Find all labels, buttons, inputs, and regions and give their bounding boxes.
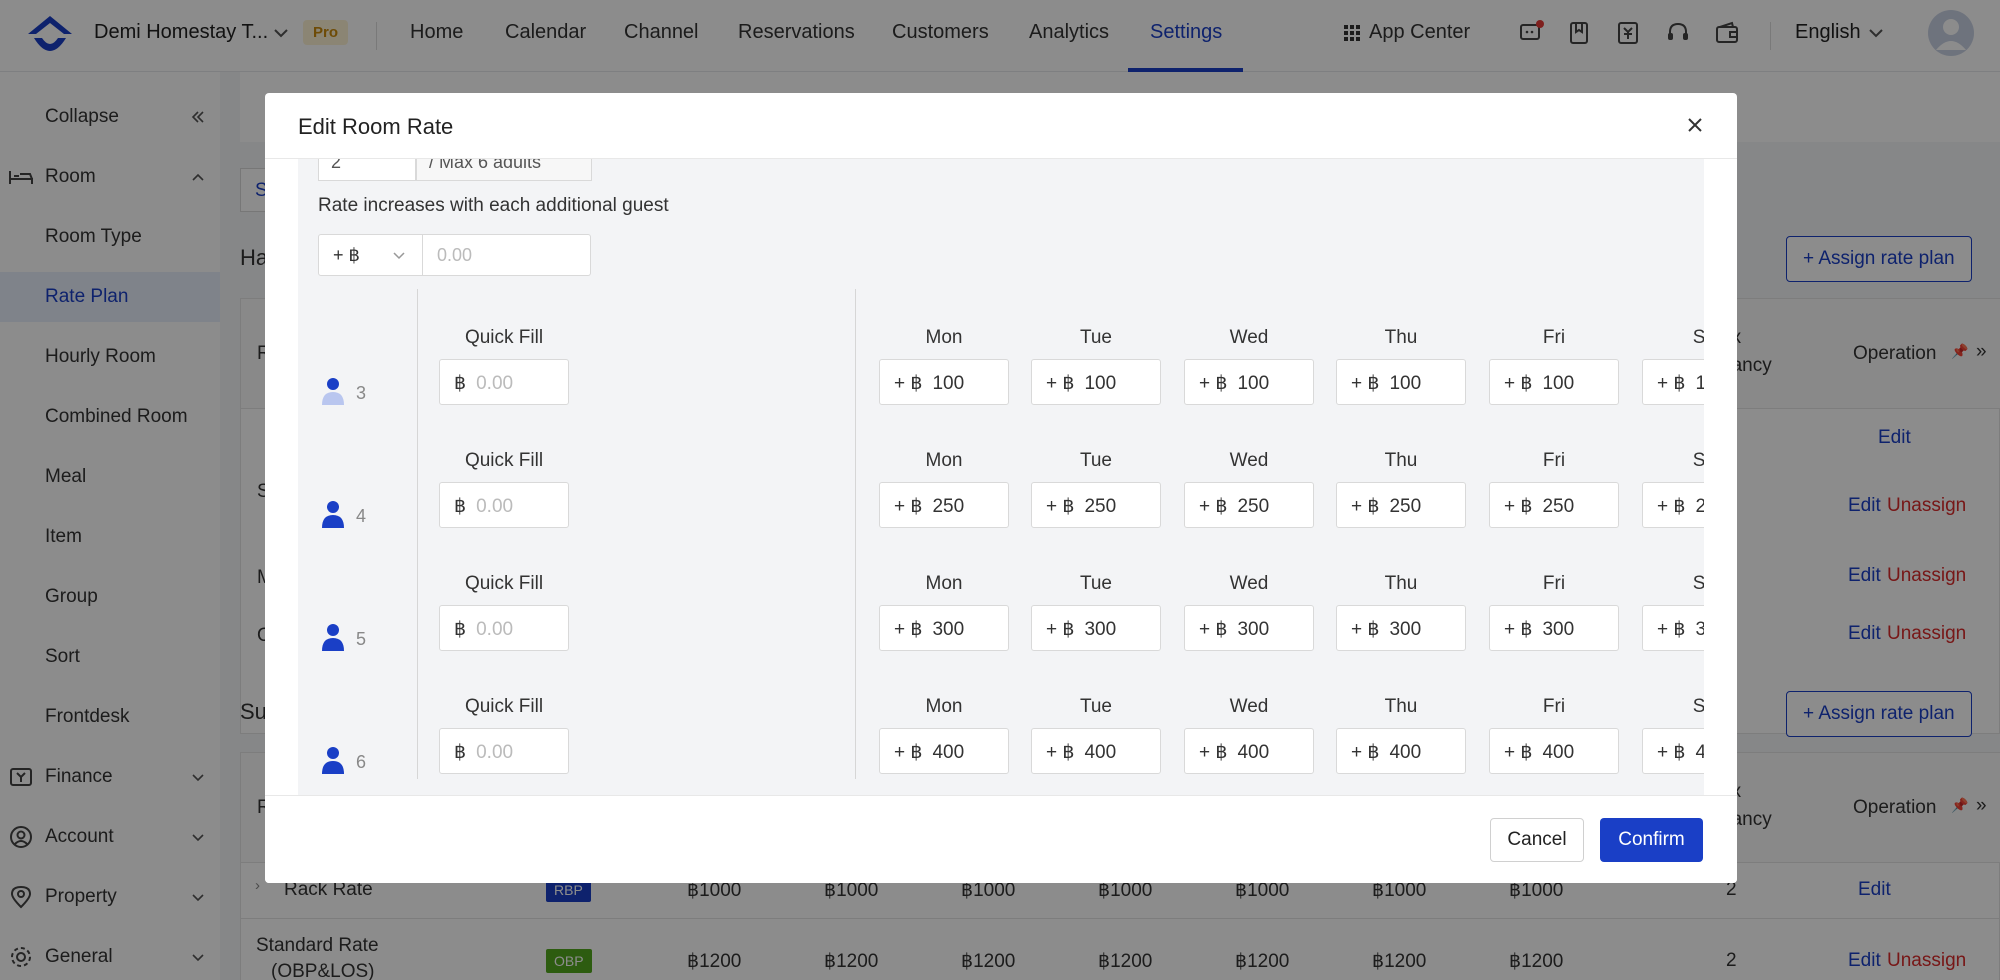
day-label-mon: Mon [925,696,963,717]
quick-fill-label: Quick Fill [464,327,544,348]
day-label-wed: Wed [1229,573,1269,594]
rate-input-fri[interactable]: + ฿ 300 [1489,605,1619,651]
day-label-tue: Tue [1079,696,1113,717]
guest-count: 3 [356,383,367,403]
rate-input-fri[interactable]: + ฿ 400 [1489,728,1619,774]
dialog-title: Edit Room Rate [298,114,454,139]
edit-room-rate-dialog: Edit Room Rate 2 / Max 6 adults Rate inc… [265,93,1737,883]
day-label-sat: Sat [1692,450,1704,471]
rate-input-tue[interactable]: + ฿ 250 [1031,482,1161,528]
confirm-button[interactable]: Confirm [1600,818,1703,862]
day-label-tue: Tue [1079,327,1113,348]
rate-input-sat[interactable]: + ฿250 [1642,482,1704,528]
day-label-wed: Wed [1229,696,1269,717]
day-label-thu: Thu [1384,327,1418,348]
day-label-fri: Fri [1542,696,1566,717]
rate-input-tue[interactable]: + ฿ 100 [1031,359,1161,405]
day-label-sat: Sat [1692,573,1704,594]
day-label-mon: Mon [925,327,963,348]
rate-input-mon[interactable]: + ฿ 250 [879,482,1009,528]
day-label-tue: Tue [1079,573,1113,594]
guests-icon [322,378,344,405]
day-label-sat: Sat [1692,327,1704,348]
base-occupancy-input[interactable]: 2 [318,159,416,181]
divider [855,289,856,779]
rate-input-fri[interactable]: + ฿ 100 [1489,359,1619,405]
rate-input-mon[interactable]: + ฿ 300 [879,605,1009,651]
guests-icon [322,501,344,528]
rate-input-thu[interactable]: + ฿ 400 [1336,728,1466,774]
rate-input-wed[interactable]: + ฿ 300 [1184,605,1314,651]
quick-fill-input[interactable]: ฿ 0.00 [439,482,569,528]
quick-fill-label: Quick Fill [464,573,544,594]
day-label-thu: Thu [1384,450,1418,471]
rate-input-wed[interactable]: + ฿ 100 [1184,359,1314,405]
guests-icon [322,624,344,651]
rate-input-wed[interactable]: + ฿ 400 [1184,728,1314,774]
chevron-down-icon [393,252,405,260]
dialog-footer: Cancel Confirm [265,795,1737,883]
rate-input-mon[interactable]: + ฿ 400 [879,728,1009,774]
day-label-mon: Mon [925,573,963,594]
guest-count: 6 [356,752,367,772]
rate-input-wed[interactable]: + ฿ 250 [1184,482,1314,528]
quick-fill-input[interactable]: ฿ 0.00 [439,728,569,774]
rate-increase-operator-select[interactable]: + ฿ [318,234,423,276]
divider [417,289,418,779]
day-label-fri: Fri [1542,450,1566,471]
rate-input-tue[interactable]: + ฿ 300 [1031,605,1161,651]
rate-input-mon[interactable]: + ฿ 100 [879,359,1009,405]
rate-input-thu[interactable]: + ฿ 300 [1336,605,1466,651]
cancel-button[interactable]: Cancel [1490,818,1584,862]
dialog-body: 2 / Max 6 adults Rate increases with eac… [298,159,1704,795]
rate-input-thu[interactable]: + ฿ 100 [1336,359,1466,405]
rate-input-sat[interactable]: + ฿400 [1642,728,1704,774]
day-label-thu: Thu [1384,696,1418,717]
day-label-tue: Tue [1079,450,1113,471]
dialog-header: Edit Room Rate [265,93,1737,159]
rate-increase-input[interactable]: 0.00 [423,234,591,276]
close-icon[interactable] [1683,113,1707,137]
rate-input-thu[interactable]: + ฿ 250 [1336,482,1466,528]
guest-count: 5 [356,629,367,649]
quick-fill-label: Quick Fill [464,696,544,717]
day-label-wed: Wed [1229,327,1269,348]
guests-icon [322,747,344,774]
rate-increase-label: Rate increases with each additional gues… [318,195,669,216]
day-label-wed: Wed [1229,450,1269,471]
max-occupancy-addon: / Max 6 adults [416,159,592,181]
day-label-thu: Thu [1384,573,1418,594]
rate-input-tue[interactable]: + ฿ 400 [1031,728,1161,774]
rate-input-sat[interactable]: + ฿300 [1642,605,1704,651]
quick-fill-input[interactable]: ฿ 0.00 [439,605,569,651]
guest-count: 4 [356,506,367,526]
rate-input-sat[interactable]: + ฿100 [1642,359,1704,405]
quick-fill-label: Quick Fill [464,450,544,471]
day-label-fri: Fri [1542,327,1566,348]
quick-fill-input[interactable]: ฿ 0.00 [439,359,569,405]
rate-input-fri[interactable]: + ฿ 250 [1489,482,1619,528]
day-label-mon: Mon [925,450,963,471]
day-label-sat: Sat [1692,696,1704,717]
day-label-fri: Fri [1542,573,1566,594]
